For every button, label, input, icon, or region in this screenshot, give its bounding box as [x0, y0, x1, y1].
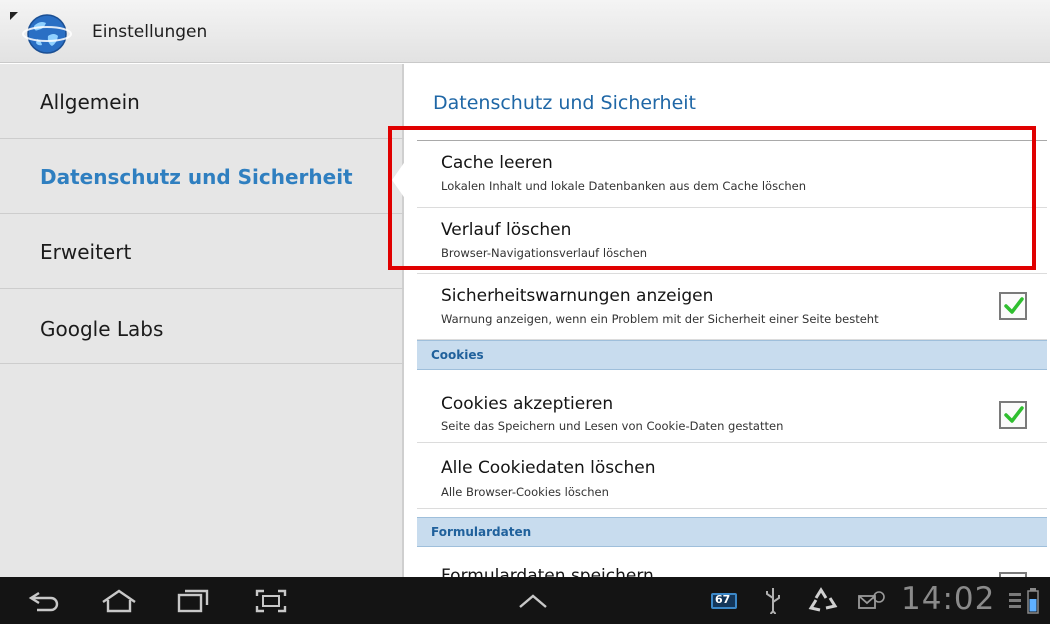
- category-header-cookies: Cookies: [417, 340, 1047, 370]
- sidebar-item-erweitert[interactable]: Erweitert: [0, 214, 404, 289]
- category-label: Cookies: [431, 348, 484, 362]
- home-icon[interactable]: [100, 589, 138, 613]
- page-title: Datenschutz und Sicherheit: [433, 92, 696, 114]
- battery-icon: [1027, 588, 1039, 614]
- sidebar-item-allgemein[interactable]: Allgemein: [0, 64, 404, 139]
- pref-sicherheitswarnungen[interactable]: Sicherheitswarnungen anzeigen Warnung an…: [417, 274, 1047, 340]
- sidebar-item-label: Erweitert: [40, 240, 132, 264]
- category-label: Formulardaten: [431, 525, 532, 539]
- back-icon[interactable]: [27, 589, 61, 613]
- pref-title: Sicherheitswarnungen anzeigen: [441, 286, 714, 306]
- screenshot-icon[interactable]: [254, 588, 288, 614]
- chevron-up-icon[interactable]: [516, 591, 550, 611]
- browser-globe-icon[interactable]: [22, 12, 72, 56]
- pref-title: Cookies akzeptieren: [441, 394, 614, 414]
- system-bar: 67 14:02: [0, 577, 1050, 624]
- pref-cookies-akzeptieren[interactable]: Cookies akzeptieren Seite das Speichern …: [417, 370, 1047, 443]
- email-icon[interactable]: [857, 589, 887, 613]
- sidebar-item-label: Google Labs: [40, 317, 164, 341]
- signal-icon: [1009, 593, 1021, 608]
- action-bar: Einstellungen: [0, 0, 1050, 63]
- pref-summary: Warnung anzeigen, wenn ein Problem mit d…: [441, 312, 879, 326]
- pref-summary: Seite das Speichern und Lesen von Cookie…: [441, 419, 784, 433]
- header-list: Allgemein Datenschutz und Sicherheit Erw…: [0, 64, 404, 577]
- status-clock: 14:02: [901, 581, 996, 617]
- pref-title: Alle Cookiedaten löschen: [441, 458, 656, 478]
- highlight-box: [388, 126, 1036, 270]
- overflow-corner-icon: [10, 12, 18, 20]
- recycle-icon[interactable]: [808, 586, 838, 614]
- checkbox[interactable]: [999, 401, 1027, 429]
- sidebar-item-datenschutz[interactable]: Datenschutz und Sicherheit: [0, 139, 404, 214]
- sidebar-item-label: Datenschutz und Sicherheit: [40, 165, 353, 189]
- checkmark-icon: [1004, 297, 1024, 314]
- pref-summary: Alle Browser-Cookies löschen: [441, 485, 609, 499]
- sidebar-item-google-labs[interactable]: Google Labs: [0, 289, 404, 364]
- sidebar-item-label: Allgemein: [40, 90, 140, 114]
- usb-icon[interactable]: [763, 586, 783, 614]
- pref-alle-cookiedaten-loeschen[interactable]: Alle Cookiedaten löschen Alle Browser-Co…: [417, 443, 1047, 509]
- category-header-formulardaten: Formulardaten: [417, 517, 1047, 547]
- pref-formulardaten-speichern[interactable]: Formulardaten speichern: [417, 547, 1047, 577]
- checkmark-icon: [1004, 406, 1024, 423]
- app-title: Einstellungen: [92, 22, 208, 42]
- recent-apps-icon[interactable]: [176, 588, 210, 614]
- checkbox[interactable]: [999, 292, 1027, 320]
- pref-title: Formulardaten speichern: [441, 566, 654, 577]
- notification-badge-count: 67: [715, 593, 731, 606]
